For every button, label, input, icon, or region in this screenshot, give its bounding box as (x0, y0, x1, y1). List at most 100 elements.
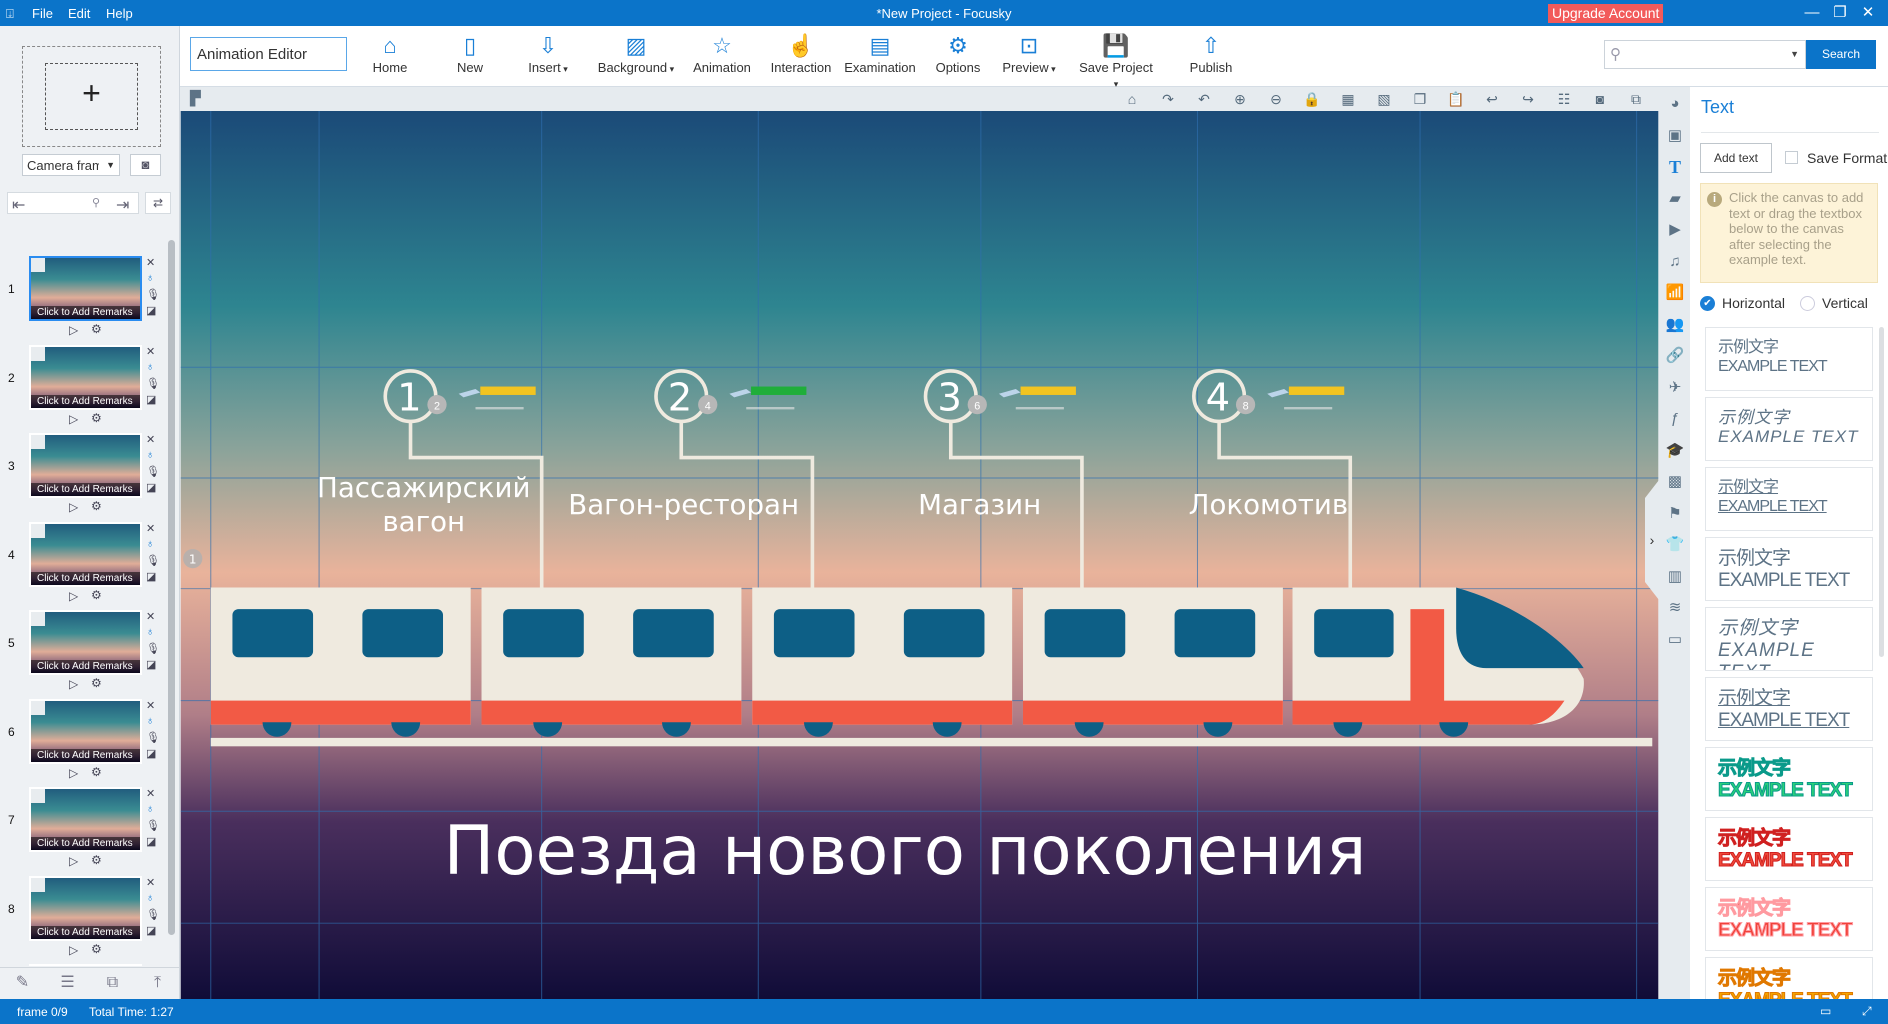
frame-preview[interactable]: Click to Add Remarks (29, 964, 142, 966)
step-label[interactable]: Вагон-ресторан (568, 488, 799, 521)
chevron-down-icon[interactable]: ▼ (1790, 49, 1799, 59)
music-icon[interactable]: ♫ (1664, 251, 1686, 273)
menu-help[interactable]: Help (106, 6, 133, 21)
gear-icon[interactable]: ⚙ (91, 322, 102, 336)
redo-icon[interactable]: ↪ (1517, 90, 1539, 108)
timer-icon[interactable]: ♁ (146, 892, 154, 904)
microphone-icon[interactable]: 🎙 (146, 377, 160, 390)
close-icon[interactable]: ✕ (146, 610, 155, 623)
gear-icon[interactable]: ⚙ (91, 853, 102, 867)
timer-icon[interactable]: ♁ (146, 361, 154, 373)
text-style-sample[interactable]: 示例文字EXAMPLE TEXT (1705, 607, 1873, 671)
people-icon[interactable]: 👥 (1664, 314, 1686, 336)
menu-file[interactable]: File (32, 6, 53, 21)
microphone-icon[interactable]: 🎙 (146, 288, 160, 301)
transition-icon[interactable]: ◪ (146, 570, 156, 583)
add-remarks[interactable]: Click to Add Remarks (31, 571, 140, 585)
transition-icon[interactable]: ◪ (146, 924, 156, 937)
animation-button[interactable]: ☆ Animation (682, 32, 762, 75)
new-button[interactable]: ▯ New (430, 32, 510, 75)
text-style-sample[interactable]: 示例文字EXAMPLE TEXT (1705, 327, 1873, 391)
interaction-button[interactable]: ☝ Interaction (761, 32, 841, 75)
train-car[interactable] (1022, 587, 1283, 737)
frame-preview[interactable]: Click to Add Remarks (29, 344, 142, 410)
timeline-icon[interactable]: ☷ (1553, 90, 1575, 108)
timer-icon[interactable]: ♁ (146, 449, 154, 461)
add-camera-frame-button[interactable]: + (22, 46, 161, 147)
frame-notes-icon[interactable]: ☰ (45, 968, 90, 999)
add-remarks[interactable]: Click to Add Remarks (31, 837, 140, 850)
gallery-icon[interactable]: ▩ (1664, 471, 1686, 493)
frame-thumbnail[interactable]: 2 Click to Add Remarks ✕ ♁ 🎙 ◪ ▷ ⚙ (0, 344, 168, 433)
play-icon[interactable]: ▷ (69, 589, 78, 603)
rotate-left-icon[interactable]: ↶ (1193, 90, 1215, 108)
horizontal-radio[interactable]: ✔ (1700, 296, 1715, 311)
timer-icon[interactable]: ♁ (146, 538, 154, 550)
close-icon[interactable]: ✕ (146, 256, 155, 269)
play-icon[interactable]: ▷ (69, 854, 78, 868)
zoom-icon[interactable]: ⚲ (92, 196, 100, 209)
frame-thumbnail[interactable]: 7 Click to Add Remarks ✕ ♁ 🎙 ◪ ▷ ⚙ (0, 787, 168, 875)
close-icon[interactable]: ✕ (146, 787, 155, 800)
play-icon[interactable]: ▷ (69, 500, 78, 514)
frame-thumbnail[interactable]: 5 Click to Add Remarks ✕ ♁ 🎙 ◪ ▷ ⚙ (0, 610, 168, 698)
microphone-icon[interactable]: 🎙 (146, 819, 160, 832)
monitor-icon[interactable]: ▭ (1820, 1004, 1831, 1018)
home-button[interactable]: ⌂ Home (350, 32, 430, 75)
gear-icon[interactable]: ⚙ (91, 411, 102, 425)
eye-icon[interactable] (31, 877, 45, 892)
add-remarks[interactable]: Click to Add Remarks (31, 660, 140, 673)
camera-icon[interactable]: ◙ (130, 154, 161, 176)
close-icon[interactable]: ✕ (146, 964, 155, 966)
inbox-icon[interactable]: ▭ (1664, 629, 1686, 651)
eye-icon[interactable] (31, 789, 45, 803)
eye-icon[interactable] (31, 258, 45, 272)
camera-frame-dropdown[interactable]: Camera frame▼ (22, 154, 120, 176)
frame-list-scrollbar[interactable] (167, 224, 176, 992)
window-icon[interactable]: ⧉ (1625, 90, 1647, 108)
flash-icon[interactable]: ƒ (1664, 408, 1686, 430)
train-car[interactable] (210, 587, 471, 737)
gear-icon[interactable]: ⚙ (91, 499, 102, 513)
examination-button[interactable]: ▤ Examination (840, 32, 920, 75)
transition-icon[interactable]: ◪ (146, 835, 156, 848)
frame-thumbnail[interactable]: 8 Click to Add Remarks ✕ ♁ 🎙 ◪ ▷ ⚙ (0, 875, 168, 964)
layers-icon[interactable]: ≋ (1664, 597, 1686, 619)
close-icon[interactable]: ✕ (146, 699, 155, 712)
add-remarks[interactable]: Click to Add Remarks (31, 306, 140, 319)
last-frame-icon[interactable]: ⇥ (116, 195, 129, 215)
move-top-icon[interactable]: ⤒ (135, 968, 180, 999)
text-style-sample[interactable]: 示例文字EXAMPLE TEXT (1705, 537, 1873, 601)
minimize-icon[interactable]: — (1800, 3, 1824, 23)
frame-preview[interactable]: Click to Add Remarks (29, 698, 142, 764)
camera-icon[interactable]: ◙ (1589, 90, 1611, 108)
microphone-icon[interactable]: 🎙 (146, 554, 160, 567)
train-car[interactable] (752, 587, 1013, 737)
speech-bubble-icon[interactable]: ▰ (1664, 188, 1686, 210)
add-remarks[interactable]: Click to Add Remarks (31, 925, 140, 939)
timer-icon[interactable]: ♁ (146, 803, 154, 815)
microphone-icon[interactable]: 🎙 (146, 465, 160, 478)
microphone-icon[interactable]: 🎙 (146, 731, 160, 744)
undo-icon[interactable]: ↩ (1481, 90, 1503, 108)
shape-icon[interactable]: ◕ (1664, 93, 1686, 115)
close-icon[interactable]: ✕ (146, 876, 155, 889)
transition-icon[interactable]: ◪ (146, 393, 156, 406)
text-style-sample[interactable]: 示例文字EXAMPLE TEXT (1705, 887, 1873, 951)
train-car[interactable] (481, 587, 742, 737)
upgrade-account-button[interactable]: Upgrade Account (1548, 4, 1664, 23)
save-project-button[interactable]: 💾 Save Project ▾ (1076, 32, 1156, 90)
frame-preview[interactable]: Click to Add Remarks (29, 787, 142, 852)
edit-frame-icon[interactable]: ✎ (0, 968, 45, 999)
layout-icon[interactable]: ▥ (1664, 566, 1686, 588)
frame-thumbnail[interactable]: 3 Click to Add Remarks ✕ ♁ 🎙 ◪ ▷ ⚙ (0, 433, 168, 521)
paste-icon[interactable]: 📋 (1445, 90, 1467, 108)
menu-edit[interactable]: Edit (68, 6, 90, 21)
options-button[interactable]: ⚙ Options (918, 32, 998, 75)
microphone-icon[interactable]: 🎙 (146, 642, 160, 655)
search-button[interactable]: Search (1806, 40, 1876, 69)
vertical-radio[interactable] (1800, 296, 1815, 311)
save-format-checkbox[interactable] (1785, 151, 1798, 164)
video-icon[interactable]: ▶ (1664, 219, 1686, 241)
add-remarks[interactable]: Click to Add Remarks (31, 748, 140, 762)
